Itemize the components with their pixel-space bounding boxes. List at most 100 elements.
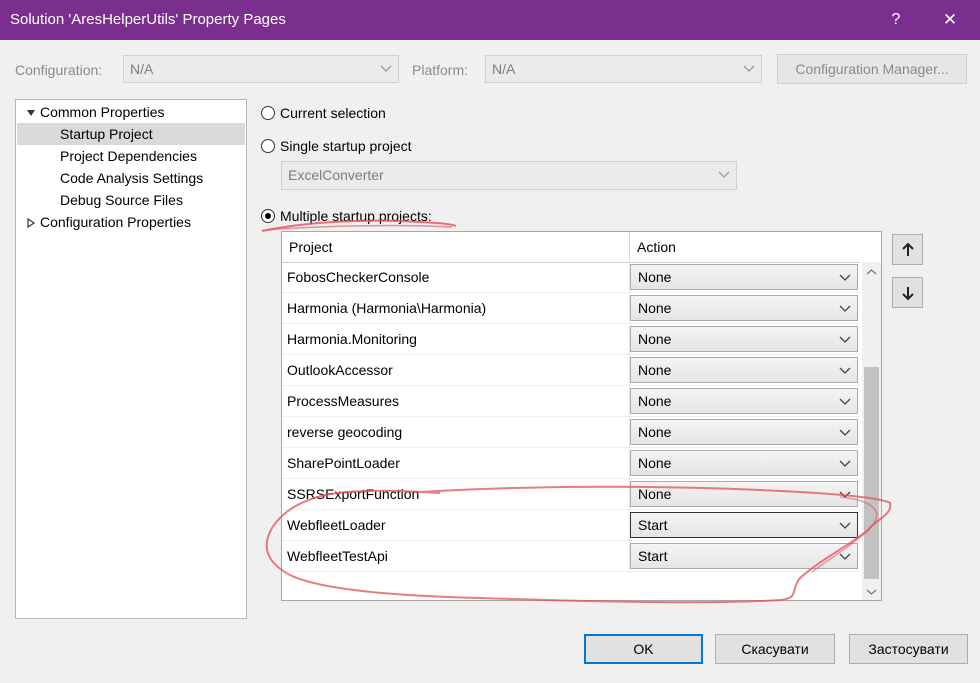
project-name: Harmonia.Monitoring [287, 331, 417, 347]
chevron-down-icon [380, 65, 392, 72]
radio-current-selection[interactable]: Current selection [261, 102, 386, 124]
action-value: None [638, 362, 672, 378]
action-select[interactable]: Start [630, 543, 858, 569]
project-name: Harmonia (Harmonia\Harmonia) [287, 300, 487, 316]
action-select[interactable]: None [630, 326, 858, 352]
radio-single-startup[interactable]: Single startup project [261, 135, 412, 157]
action-value: None [638, 331, 672, 347]
action-value: Start [638, 548, 668, 564]
table-row[interactable]: OutlookAccessor None [282, 355, 860, 386]
action-select[interactable]: None [630, 264, 858, 290]
project-name: ProcessMeasures [287, 393, 400, 409]
grid-header: Project Action [282, 232, 860, 263]
column-header-action[interactable]: Action [637, 239, 676, 255]
project-name: reverse geocoding [287, 424, 403, 440]
action-value: None [638, 424, 672, 440]
chevron-down-icon [839, 367, 851, 374]
window-title: Solution 'AresHelperUtils' Property Page… [10, 11, 286, 28]
platform-value: N/A [492, 61, 516, 77]
configuration-label: Configuration: [15, 62, 103, 78]
close-button[interactable]: ✕ [926, 0, 974, 40]
chevron-down-icon [839, 429, 851, 436]
action-select[interactable]: None [630, 388, 858, 414]
startup-projects-grid: Project Action FobosCheckerConsole None Ha… [281, 231, 882, 601]
chevron-down-icon [743, 65, 755, 72]
tree-item-project-dependencies[interactable]: Project Dependencies [60, 145, 197, 167]
project-name: FobosCheckerConsole [287, 269, 430, 285]
radio-button[interactable] [261, 139, 275, 153]
action-value: None [638, 393, 672, 409]
column-header-project[interactable]: Project [289, 239, 333, 255]
project-name: OutlookAccessor [287, 362, 393, 378]
single-project-select: ExcelConverter [281, 161, 737, 190]
action-select[interactable]: None [630, 481, 858, 507]
expanded-triangle-icon[interactable] [25, 107, 37, 119]
project-name: SharePointLoader [287, 455, 400, 471]
action-select[interactable]: None [630, 357, 858, 383]
action-value: Start [638, 517, 668, 533]
scroll-down-icon[interactable] [866, 586, 877, 597]
radio-label: Multiple startup projects: [280, 208, 432, 224]
help-button[interactable]: ? [872, 0, 920, 40]
vertical-scrollbar[interactable] [862, 262, 881, 600]
action-select[interactable]: None [630, 419, 858, 445]
project-name: WebfleetLoader [287, 517, 386, 533]
column-divider[interactable] [629, 232, 630, 262]
action-select[interactable]: None [630, 295, 858, 321]
table-row[interactable]: SharePointLoader None [282, 448, 860, 479]
chevron-down-icon [839, 522, 851, 529]
chevron-down-icon [839, 460, 851, 467]
chevron-down-icon [718, 171, 730, 178]
action-value: None [638, 269, 672, 285]
ok-button[interactable]: OK [584, 634, 703, 664]
configuration-select: N/A [123, 55, 399, 83]
table-row[interactable]: ProcessMeasures None [282, 386, 860, 417]
platform-label: Platform: [412, 62, 469, 78]
radio-button[interactable] [261, 209, 275, 223]
action-select[interactable]: Start [630, 512, 858, 538]
radio-button[interactable] [261, 106, 275, 120]
chevron-down-icon [839, 398, 851, 405]
configuration-manager-button: Configuration Manager... [777, 54, 967, 84]
apply-button[interactable]: Застосувати [849, 634, 968, 664]
chevron-down-icon [839, 491, 851, 498]
radio-label: Single startup project [280, 138, 412, 154]
configuration-value: N/A [130, 61, 154, 77]
move-down-button[interactable] [892, 277, 923, 308]
tree-node-common-properties[interactable]: Common Properties [40, 101, 165, 123]
radio-multiple-startup[interactable]: Multiple startup projects: [261, 205, 432, 227]
tree-item-startup-project[interactable]: Startup Project [17, 123, 245, 145]
action-select[interactable]: None [630, 450, 858, 476]
chevron-down-icon [839, 305, 851, 312]
table-row[interactable]: WebfleetTestApi Start [282, 541, 860, 572]
table-row[interactable]: SSRSExportFunction None [282, 479, 860, 510]
property-tree: Common Properties Startup Project Projec… [15, 99, 247, 619]
table-row[interactable]: reverse geocoding None [282, 417, 860, 448]
scroll-up-icon[interactable] [866, 267, 877, 278]
table-row[interactable]: FobosCheckerConsole None [282, 262, 860, 293]
title-bar: Solution 'AresHelperUtils' Property Page… [0, 0, 980, 40]
table-row[interactable]: Harmonia (Harmonia\Harmonia) None [282, 293, 860, 324]
table-row[interactable]: Harmonia.Monitoring None [282, 324, 860, 355]
action-value: None [638, 300, 672, 316]
chevron-down-icon [839, 336, 851, 343]
tree-item-debug-source-files[interactable]: Debug Source Files [60, 189, 183, 211]
project-name: SSRSExportFunction [287, 486, 420, 502]
project-name: WebfleetTestApi [287, 548, 388, 564]
action-value: None [638, 455, 672, 471]
tree-node-configuration-properties[interactable]: Configuration Properties [40, 211, 191, 233]
tree-item-code-analysis-settings[interactable]: Code Analysis Settings [60, 167, 203, 189]
chevron-down-icon [839, 553, 851, 560]
cancel-button[interactable]: Скасувати [715, 634, 835, 664]
chevron-down-icon [839, 274, 851, 281]
radio-label: Current selection [280, 105, 386, 121]
platform-select: N/A [485, 55, 762, 83]
arrow-up-icon [901, 242, 914, 256]
collapsed-triangle-icon[interactable] [25, 217, 37, 229]
single-project-value: ExcelConverter [288, 167, 384, 183]
action-value: None [638, 486, 672, 502]
move-up-button[interactable] [892, 234, 923, 265]
arrow-down-icon [901, 286, 914, 300]
scrollbar-thumb[interactable] [864, 367, 879, 579]
table-row[interactable]: WebfleetLoader Start [282, 510, 860, 541]
